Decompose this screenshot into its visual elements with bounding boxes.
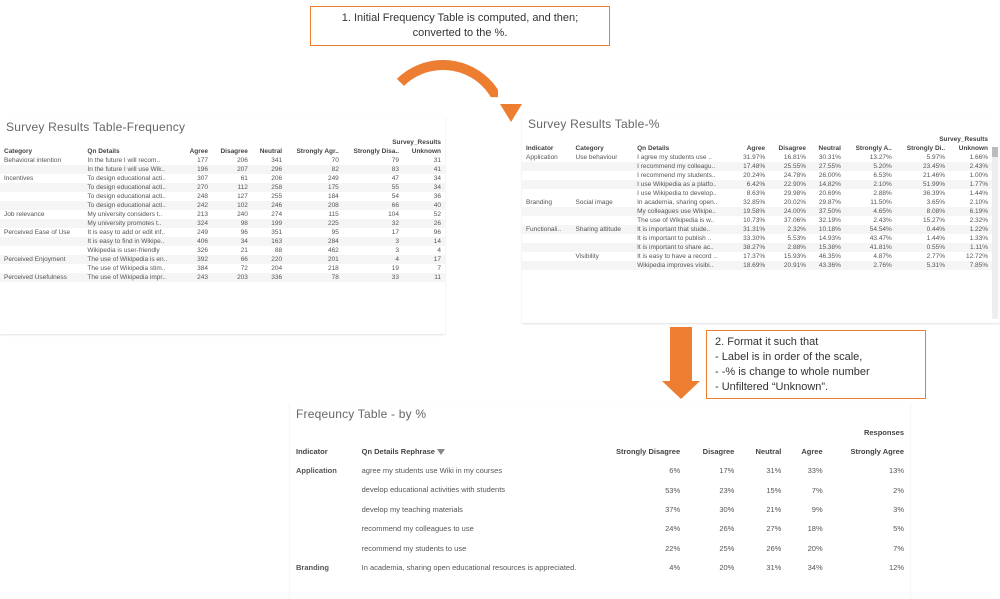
- table-row: To design educational acti..242102246208…: [0, 201, 445, 210]
- callout-step2: 2. Format it such that - Label is in ord…: [706, 330, 926, 399]
- table-row: I recommend my students..20.24%24.78%26.…: [522, 171, 992, 180]
- table-row: Applicationagree my students use Wiki in…: [290, 461, 910, 480]
- table-row: recommend my colleagues to use24%26%27%1…: [290, 519, 910, 538]
- table-row: To design educational acti..270112258175…: [0, 183, 445, 192]
- table-row: develop educational activities with stud…: [290, 480, 910, 499]
- panel-frequency: Survey Results Table-Frequency Survey_Re…: [0, 116, 445, 334]
- table-row: It is important to share ac..38.27%2.88%…: [522, 243, 992, 252]
- table-row: BrandingIn academia, sharing open educat…: [290, 558, 910, 577]
- callout2-bullet1: - Label is in order of the scale,: [715, 350, 917, 365]
- panel-freq-by-pct-title: Freqeuncy Table - by %: [290, 403, 910, 423]
- callout2-heading: 2. Format it such that: [715, 335, 917, 350]
- panel-percent: Survey Results Table-% Survey_Results In…: [522, 113, 1000, 323]
- table-row: Functionali..Sharing attitudeIt is impor…: [522, 225, 992, 234]
- table-row: I recommend my colleagu..17.48%25.55%27.…: [522, 162, 992, 171]
- table-row: Perceived UsefulnessThe use of Wikipedia…: [0, 273, 445, 282]
- callout2-bullet2: - -% is change to whole number: [715, 365, 917, 380]
- table-row: In the future I will use Wik..1962072968…: [0, 165, 445, 174]
- panel-freq-by-pct: Freqeuncy Table - by % Responses Indicat…: [290, 403, 910, 599]
- panel-percent-title: Survey Results Table-%: [522, 113, 1000, 133]
- table-row: Perceived EnjoymentThe use of Wikipedia …: [0, 255, 445, 264]
- table-row: It is important to publish ..33.30%5.53%…: [522, 234, 992, 243]
- table-row: IncentivesTo design educational acti..30…: [0, 174, 445, 183]
- freq-by-pct-table: Responses Indicator Qn Details Rephrase …: [290, 423, 910, 577]
- table-row: It is easy to find in Wikipe..4063416328…: [0, 237, 445, 246]
- table-row: VisibilityIt is easy to have a record ..…: [522, 252, 992, 261]
- table-row: develop my teaching materials37%30%21%9%…: [290, 500, 910, 519]
- callout-step1: 1. Initial Frequency Table is computed, …: [310, 6, 610, 46]
- callout-line2: converted to the %.: [319, 26, 601, 41]
- callout2-bullet3: - Unfiltered “Unknown”.: [715, 380, 917, 395]
- table-row: Wikipedia is user-friendly326218846234: [0, 246, 445, 255]
- filter-icon[interactable]: [437, 449, 445, 456]
- table-row: Behavioral intentionIn the future I will…: [0, 156, 445, 165]
- panel-frequency-title: Survey Results Table-Frequency: [0, 116, 445, 136]
- table-row: To design educational acti..248127255184…: [0, 192, 445, 201]
- table-row: Perceived Ease of UseIt is easy to add o…: [0, 228, 445, 237]
- table-header-row: Category Qn Details Agree Disagree Neutr…: [0, 147, 445, 156]
- table-row: The use of Wikipedia is w..10.73%37.06%3…: [522, 216, 992, 225]
- table-row: My university promotes t..32498199225322…: [0, 219, 445, 228]
- table-header-row: Indicator Qn Details Rephrase Strongly D…: [290, 442, 910, 461]
- scrollbar-vertical[interactable]: [992, 147, 998, 319]
- table-header-row: Indicator Category Qn Details Agree Disa…: [522, 144, 992, 153]
- frequency-table: Survey_Results Category Qn Details Agree…: [0, 138, 445, 282]
- table-header-supra: Survey_Results: [522, 135, 992, 144]
- table-row: recommend my students to use22%25%26%20%…: [290, 539, 910, 558]
- table-row: My colleagues use Wikipe..19.58%24.00%37…: [522, 207, 992, 216]
- table-row: I use Wikipedia to develop..8.63%29.98%2…: [522, 189, 992, 198]
- table-row: ApplicationUse behaviourI agree my stude…: [522, 153, 992, 162]
- table-row: BrandingSocial imageIn academia, sharing…: [522, 198, 992, 207]
- table-row: The use of Wikipedia stim..3847220421819…: [0, 264, 445, 273]
- down-arrow-icon: [670, 327, 692, 382]
- percent-table: Survey_Results Indicator Category Qn Det…: [522, 135, 992, 270]
- table-header-supra: Responses: [290, 423, 910, 442]
- table-row: Wikipedia improves visibi..18.69%20.91%4…: [522, 261, 992, 270]
- table-row: Job relevanceMy university considers t..…: [0, 210, 445, 219]
- table-header-supra: Survey_Results: [0, 138, 445, 147]
- callout-line1: 1. Initial Frequency Table is computed, …: [319, 11, 601, 26]
- arrow-head-icon: [500, 104, 522, 122]
- table-row: I use Wikipedia as a platfo..6.42%22.90%…: [522, 180, 992, 189]
